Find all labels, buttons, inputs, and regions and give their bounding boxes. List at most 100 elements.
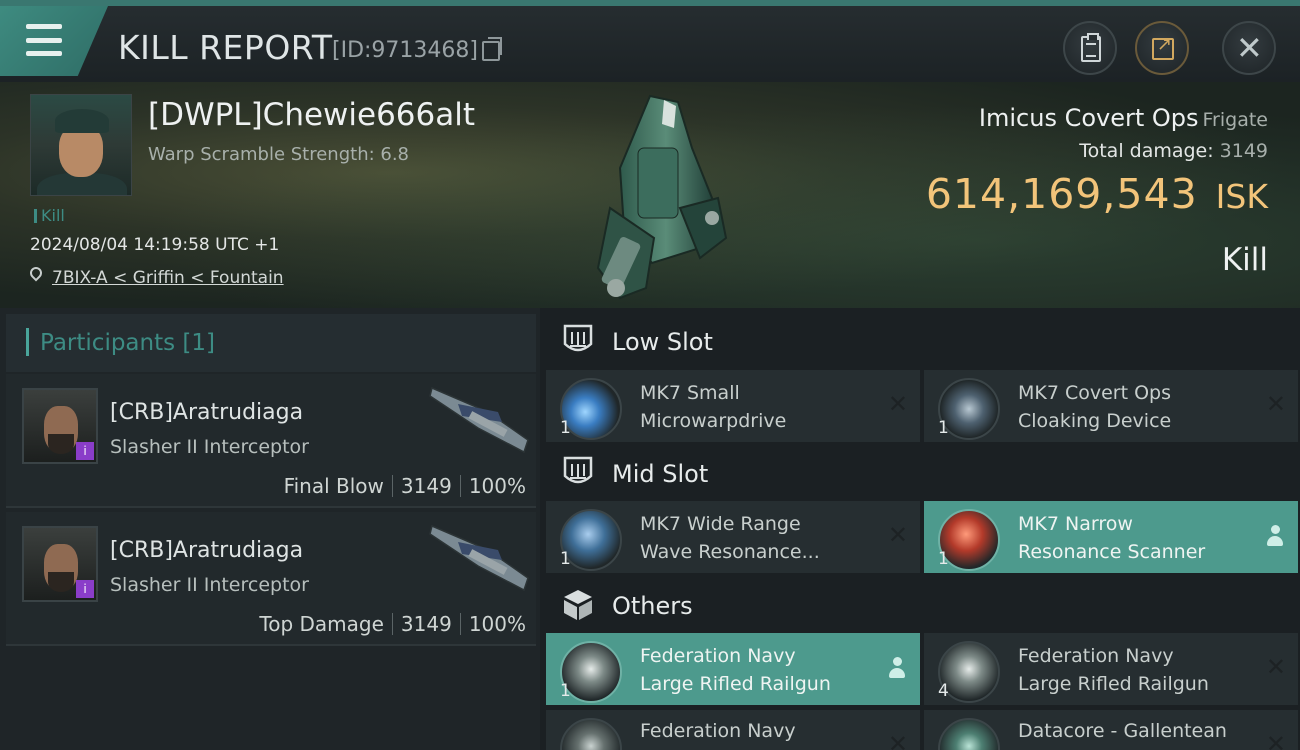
header-accent-bar <box>26 328 29 356</box>
total-damage-value: 3149 <box>1219 140 1268 162</box>
kill-datetime: 2024/08/04 14:19:58 UTC +1 <box>30 235 280 255</box>
x-icon: ✕ <box>887 521 908 549</box>
clipboard-button[interactable] <box>1063 21 1117 75</box>
kill-result: Kill <box>1221 242 1268 278</box>
kill-tag: Kill <box>34 206 65 225</box>
victim-pilot-name[interactable]: [DWPL]Chewie666alt <box>148 97 475 133</box>
corp-badge-icon: i <box>76 442 94 460</box>
participants-panel: Participants [1] i [CRB]Aratrudiaga Slas… <box>0 308 540 750</box>
module-name-line2: Large Rifled Railgun <box>1018 673 1209 695</box>
module-name-line2: Large Rifled Railgun <box>640 673 831 695</box>
module-small-microwarpdrive[interactable]: 1 MK7 Small Microwarpdrive ✕ <box>546 370 920 442</box>
participant-damage: 3149 <box>400 474 452 498</box>
module-name-line1: MK7 Narrow <box>1018 513 1133 535</box>
location-link[interactable]: 7BIX-A < Griffin < Fountain <box>52 268 284 288</box>
ship-name: Imicus Covert Ops <box>978 104 1199 132</box>
module-federation-navy[interactable]: Federation Navy ✕ <box>546 710 920 750</box>
module-name-line1: Federation Navy <box>640 720 796 742</box>
person-icon <box>888 657 906 679</box>
corp-badge-icon: i <box>76 580 94 598</box>
x-icon: ✕ <box>1265 653 1286 681</box>
participants-label: Participants [1] <box>40 330 215 356</box>
mid-slot-label: Mid Slot <box>612 460 709 488</box>
module-icon <box>560 718 622 750</box>
participant-percent: 100% <box>468 474 526 498</box>
module-name-line1: MK7 Small <box>640 382 740 404</box>
isk-label: ISK <box>1215 177 1268 216</box>
close-icon: ✕ <box>1236 29 1263 67</box>
low-slot-icon <box>563 324 593 352</box>
module-datacore[interactable]: Datacore - Gallentean ✕ <box>924 710 1298 750</box>
x-icon: ✕ <box>1265 730 1286 750</box>
module-name-line1: MK7 Covert Ops <box>1018 382 1172 404</box>
participant-percent: 100% <box>468 612 526 636</box>
share-icon <box>1152 34 1174 60</box>
participant-avatar[interactable]: i <box>22 526 98 602</box>
module-name-line2: Resonance Scanner <box>1018 541 1206 563</box>
low-slot-label: Low Slot <box>612 328 713 356</box>
participant-stats: Top Damage 3149 100% <box>259 612 526 636</box>
module-name-line1: MK7 Wide Range <box>640 513 801 535</box>
clipboard-icon <box>1081 33 1101 62</box>
participant-ship: Slasher II Interceptor <box>110 574 309 596</box>
others-label: Others <box>612 592 693 620</box>
module-name-line1: Federation Navy <box>1018 645 1174 667</box>
module-railgun[interactable]: 4 Federation Navy Large Rifled Railgun ✕ <box>924 633 1298 705</box>
x-icon: ✕ <box>1265 390 1286 418</box>
fitting-panel: Low Slot 1 MK7 Small Microwarpdrive ✕ 1 … <box>544 308 1300 750</box>
module-quantity: 1 <box>938 549 949 569</box>
share-button[interactable] <box>1135 21 1189 75</box>
isk-value: 614,169,543 ISK <box>926 170 1268 218</box>
participant-damage: 3149 <box>400 612 452 636</box>
module-quantity: 1 <box>560 418 571 438</box>
x-icon: ✕ <box>887 730 908 750</box>
isk-amount: 614,169,543 <box>925 170 1198 218</box>
participant-row[interactable]: i [CRB]Aratrudiaga Slasher II Intercepto… <box>6 374 536 508</box>
victim-ship-type[interactable]: Imicus Covert Ops Frigate <box>979 104 1268 132</box>
warp-scramble-strength: Warp Scramble Strength: 6.8 <box>148 144 410 165</box>
total-damage-label: Total damage: <box>1079 140 1214 162</box>
module-quantity: 4 <box>938 681 949 701</box>
participant-avatar[interactable]: i <box>22 388 98 464</box>
participant-ship-image[interactable] <box>428 520 533 600</box>
menu-tab[interactable] <box>0 6 108 76</box>
module-name-line2: Wave Resonance... <box>640 541 820 563</box>
participant-ship-image[interactable] <box>428 382 533 462</box>
close-button[interactable]: ✕ <box>1222 21 1276 75</box>
participant-ship: Slasher II Interceptor <box>110 436 309 458</box>
victim-ship-image[interactable] <box>580 88 740 303</box>
participant-role: Top Damage <box>259 612 384 636</box>
participant-stats: Final Blow 3149 100% <box>284 474 526 498</box>
copy-icon[interactable] <box>482 37 502 61</box>
person-icon <box>1266 525 1284 547</box>
mid-slot-icon <box>563 456 593 484</box>
module-narrow-resonance-scanner[interactable]: 1 MK7 Narrow Resonance Scanner <box>924 501 1298 573</box>
module-name-line1: Datacore - Gallentean <box>1018 720 1227 742</box>
victim-avatar[interactable] <box>30 94 132 196</box>
cube-icon <box>564 590 592 620</box>
page-title: KILL REPORT <box>118 28 333 67</box>
low-slot-header: Low Slot <box>544 310 1300 372</box>
module-quantity: 1 <box>938 418 949 438</box>
datacore-icon <box>938 718 1000 750</box>
module-railgun[interactable]: 1 Federation Navy Large Rifled Railgun <box>546 633 920 705</box>
module-quantity: 1 <box>560 549 571 569</box>
module-wide-range-scanner[interactable]: 1 MK7 Wide Range Wave Resonance... ✕ <box>546 501 920 573</box>
module-covert-ops-cloak[interactable]: 1 MK7 Covert Ops Cloaking Device ✕ <box>924 370 1298 442</box>
module-name-line2: Microwarpdrive <box>640 410 787 432</box>
others-header: Others <box>544 574 1300 636</box>
participant-row[interactable]: i [CRB]Aratrudiaga Slasher II Intercepto… <box>6 512 536 646</box>
module-name-line1: Federation Navy <box>640 645 796 667</box>
module-quantity: 1 <box>560 681 571 701</box>
ship-class: Frigate <box>1202 109 1268 131</box>
participant-name[interactable]: [CRB]Aratrudiaga <box>110 400 303 425</box>
location-pin-icon <box>27 264 45 282</box>
participant-name[interactable]: [CRB]Aratrudiaga <box>110 538 303 563</box>
total-damage: Total damage: 3149 <box>1079 140 1268 162</box>
x-icon: ✕ <box>887 390 908 418</box>
hamburger-menu-icon[interactable] <box>26 24 62 56</box>
mid-slot-header: Mid Slot <box>544 442 1300 504</box>
participant-role: Final Blow <box>283 474 384 498</box>
module-name-line2: Cloaking Device <box>1018 410 1172 432</box>
victim-summary: [DWPL]Chewie666alt Warp Scramble Strengt… <box>0 82 1300 308</box>
